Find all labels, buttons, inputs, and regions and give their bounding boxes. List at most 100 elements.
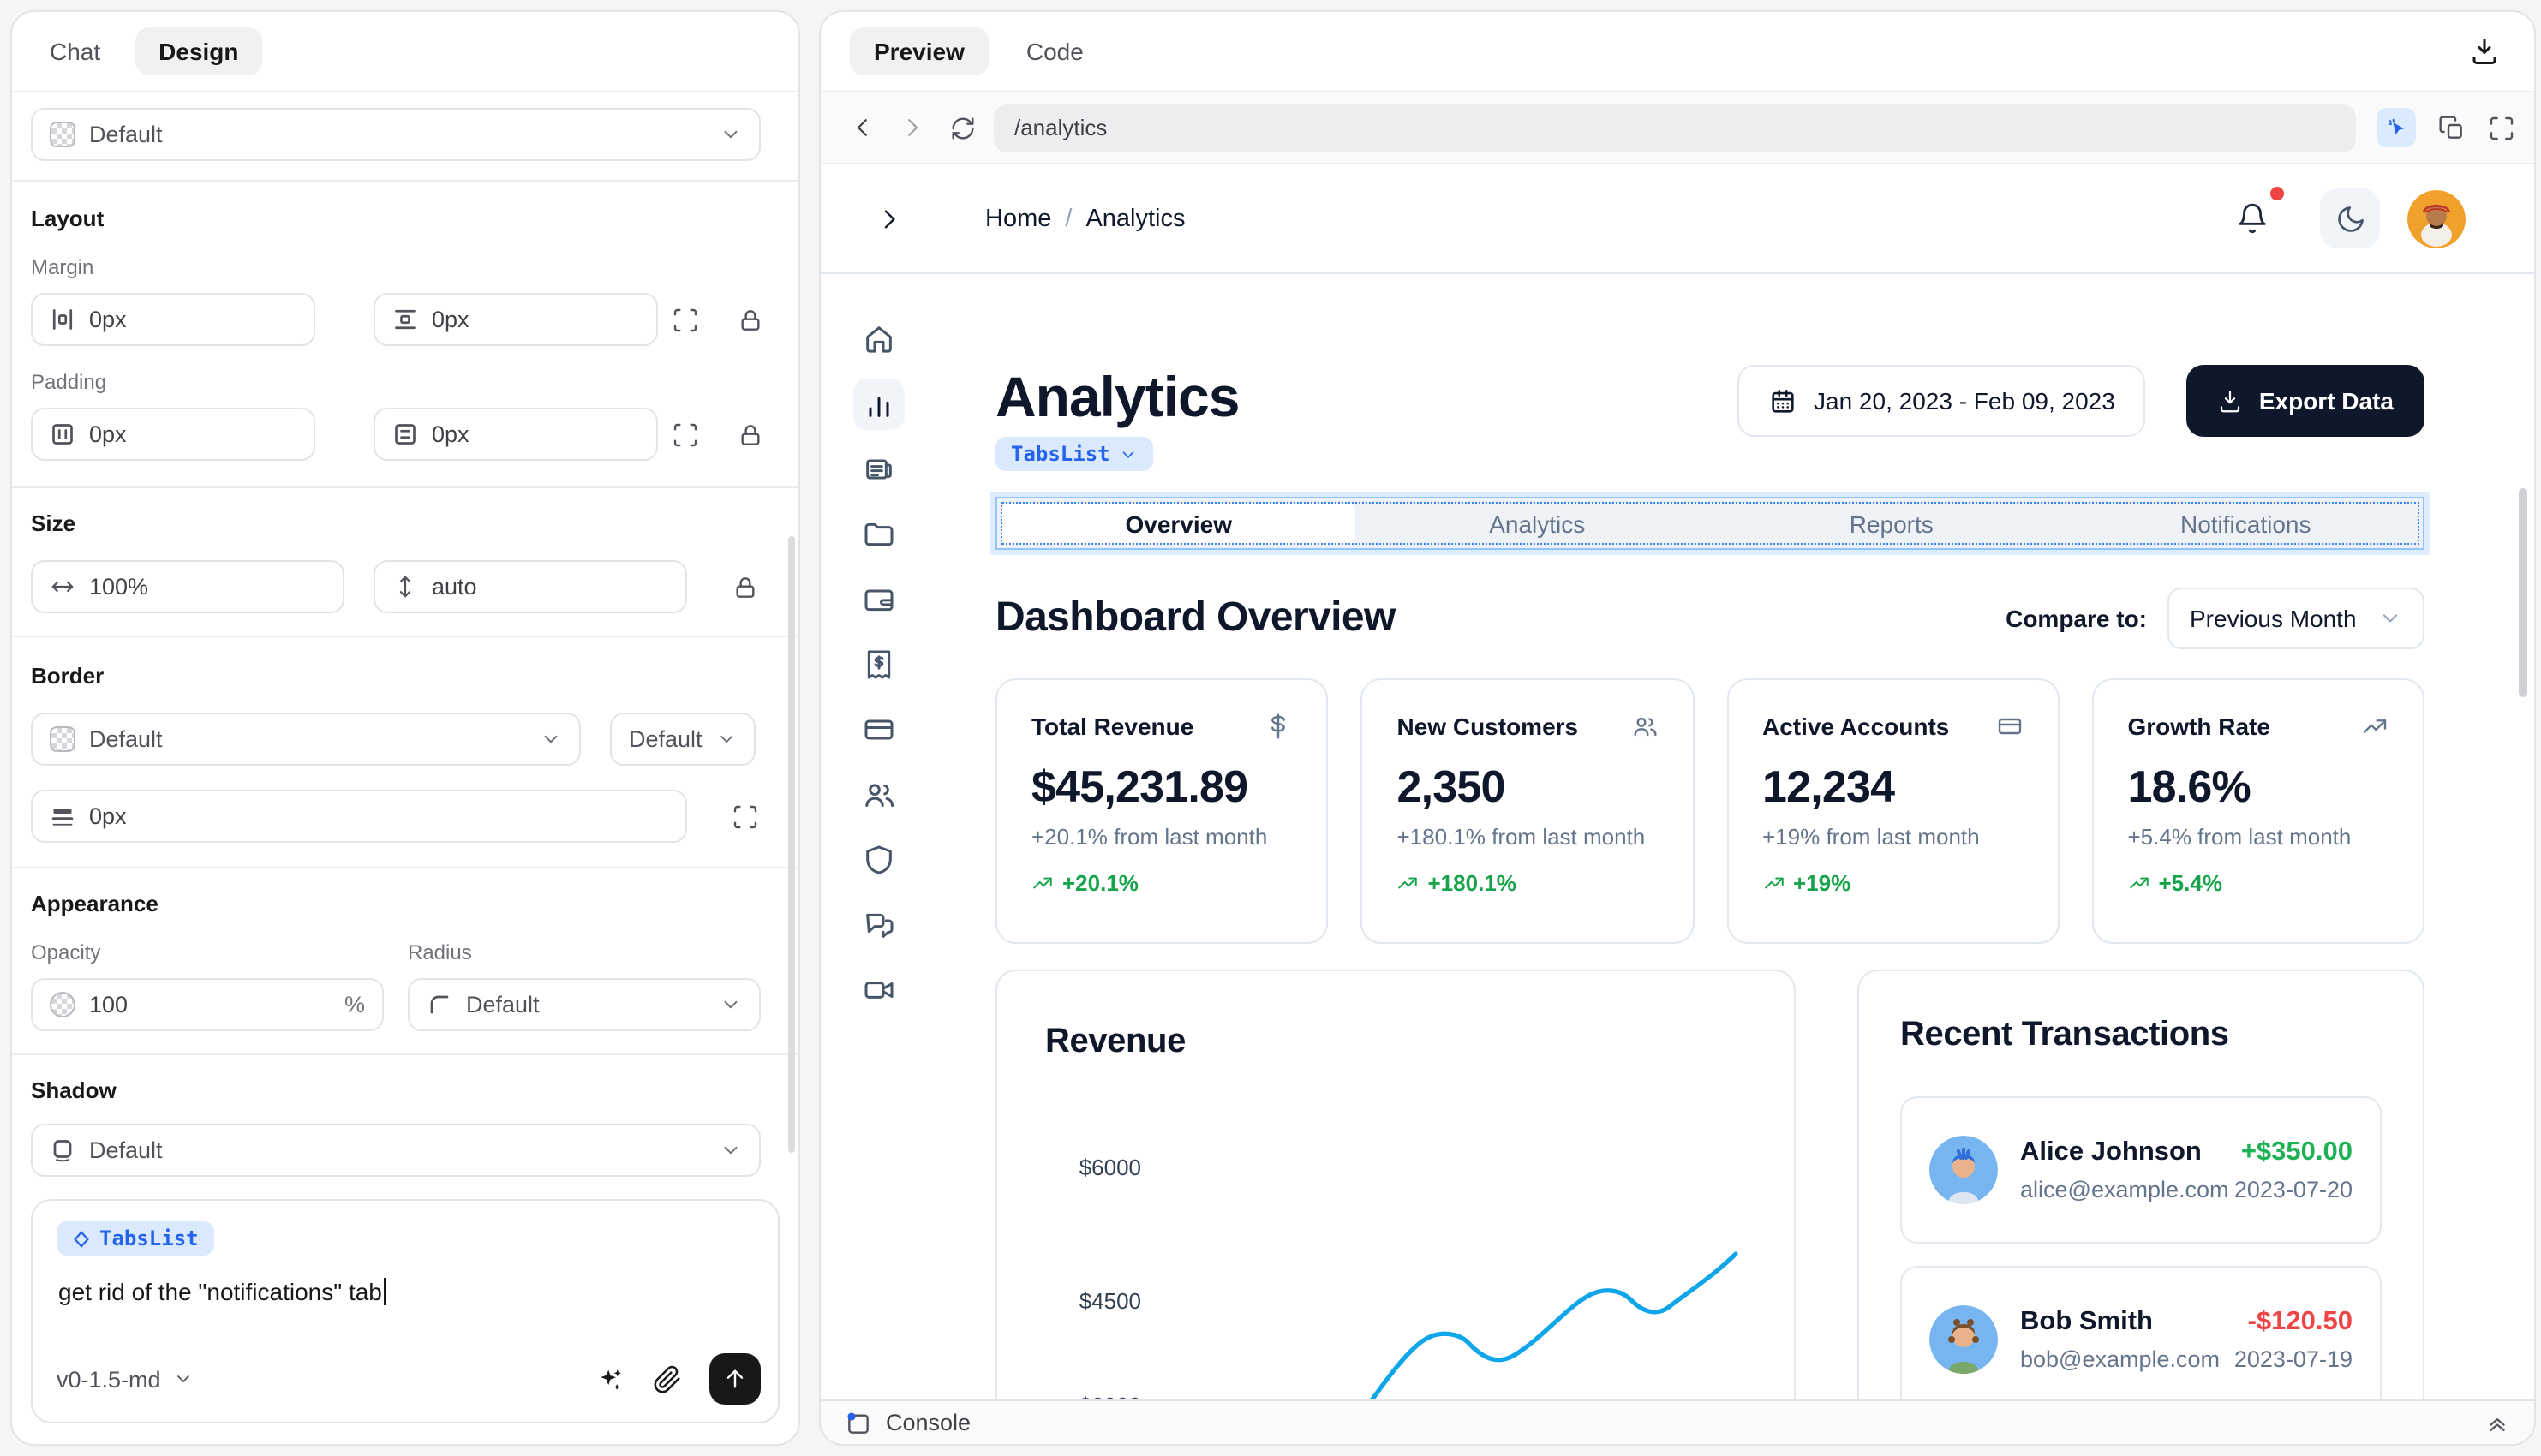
fullscreen-icon[interactable] bbox=[2488, 114, 2515, 141]
refresh-icon[interactable] bbox=[949, 114, 977, 141]
component-variant-select[interactable]: Default bbox=[31, 108, 761, 161]
wallet-icon bbox=[862, 582, 896, 617]
margin-vertical-icon bbox=[392, 307, 418, 332]
home-icon bbox=[862, 322, 896, 356]
transaction-row[interactable]: Alice Johnson alice@example.com +$350.00… bbox=[1900, 1096, 2382, 1244]
margin-x-input[interactable]: 0px bbox=[31, 293, 315, 346]
compare-select[interactable]: Previous Month bbox=[2167, 588, 2424, 649]
model-selector[interactable]: v0-1.5-md bbox=[57, 1366, 194, 1392]
expand-sides-icon[interactable] bbox=[672, 306, 699, 333]
transaction-row[interactable]: Bob Smith bob@example.com -$120.50 2023-… bbox=[1900, 1266, 2382, 1399]
preview-scrollbar[interactable] bbox=[2519, 488, 2527, 697]
sidebar-item-invoices[interactable] bbox=[853, 639, 905, 690]
size-section-title: Size bbox=[31, 510, 798, 536]
calendar-icon bbox=[1767, 386, 1797, 415]
sidebar-item-customers[interactable] bbox=[853, 769, 905, 820]
theme-toggle-button[interactable] bbox=[2320, 188, 2380, 248]
sidebar-item-messages[interactable] bbox=[853, 899, 905, 951]
padding-x-input[interactable]: 0px bbox=[31, 408, 315, 461]
console-bar[interactable]: Console bbox=[821, 1399, 2534, 1444]
chevron-down-icon bbox=[540, 728, 562, 750]
selected-element-chip[interactable]: TabsList bbox=[57, 1221, 214, 1256]
expand-sides-icon[interactable] bbox=[732, 803, 759, 830]
tab-analytics[interactable]: Analytics bbox=[1360, 498, 1715, 548]
console-icon bbox=[845, 1409, 872, 1436]
v0-workspace: Chat Design Default Layout Margin 0px bbox=[0, 0, 2541, 1456]
send-button[interactable] bbox=[709, 1353, 761, 1405]
shadow-icon bbox=[50, 1137, 75, 1163]
height-input[interactable]: auto bbox=[374, 560, 687, 613]
bell-icon bbox=[2236, 202, 2269, 235]
sidebar-item-home[interactable] bbox=[853, 313, 905, 365]
breadcrumb: Home / Analytics bbox=[985, 205, 1186, 232]
chevron-down-icon bbox=[720, 994, 742, 1016]
opacity-input[interactable]: 100 % bbox=[31, 978, 384, 1031]
revenue-line-chart bbox=[997, 971, 1797, 1399]
border-width-input[interactable]: 0px bbox=[31, 790, 687, 843]
back-icon[interactable] bbox=[850, 115, 876, 140]
users-icon bbox=[1630, 713, 1658, 740]
user-avatar[interactable] bbox=[2407, 189, 2466, 248]
lock-icon[interactable] bbox=[732, 573, 759, 600]
selected-element-chip[interactable]: TabsList bbox=[995, 437, 1153, 471]
tab-design[interactable]: Design bbox=[135, 27, 262, 75]
tab-notifications[interactable]: Notifications bbox=[2069, 498, 2424, 548]
chevrons-up-icon[interactable] bbox=[2484, 1410, 2510, 1435]
prompt-input[interactable]: get rid of the "notifications" tab bbox=[58, 1278, 386, 1305]
sidebar-item-cards[interactable] bbox=[853, 704, 905, 755]
sidebar-item-video[interactable] bbox=[853, 964, 905, 1016]
preview-panel: Preview Code /analytics Home / Analytics bbox=[819, 10, 2536, 1446]
credit-card-icon bbox=[862, 713, 896, 747]
text-caret bbox=[384, 1278, 386, 1305]
disclaimer-text: v0 may make mistakes. Please use with di… bbox=[12, 1442, 798, 1446]
opacity-swatch-icon bbox=[50, 992, 75, 1017]
credit-card-icon bbox=[1996, 713, 2024, 740]
radius-select[interactable]: Default bbox=[408, 978, 761, 1031]
users-icon bbox=[862, 778, 896, 812]
tab-overview[interactable]: Overview bbox=[1001, 503, 1356, 544]
forward-icon[interactable] bbox=[900, 115, 925, 140]
sidebar-item-news[interactable] bbox=[853, 444, 905, 495]
border-side-select[interactable]: Default bbox=[610, 713, 756, 766]
sidebar-item-files[interactable] bbox=[853, 509, 905, 560]
stat-card-new-customers: New Customers 2,350 +180.1% from last mo… bbox=[1361, 678, 1695, 944]
tab-preview[interactable]: Preview bbox=[850, 27, 989, 75]
left-panel-scrollbar[interactable] bbox=[788, 536, 795, 1153]
notifications-bell-button[interactable] bbox=[2236, 202, 2269, 235]
lock-icon[interactable] bbox=[737, 421, 764, 448]
avatar bbox=[1929, 1136, 1998, 1204]
prompt-composer[interactable]: TabsList get rid of the "notifications" … bbox=[31, 1199, 780, 1423]
tab-reports[interactable]: Reports bbox=[1714, 498, 2069, 548]
border-style-select[interactable]: Default bbox=[31, 713, 581, 766]
inspect-cursor-button[interactable] bbox=[2377, 108, 2416, 147]
export-data-button[interactable]: Export Data bbox=[2187, 365, 2424, 437]
date-range-button[interactable]: Jan 20, 2023 - Feb 09, 2023 bbox=[1737, 365, 2146, 437]
width-input[interactable]: 100% bbox=[31, 560, 344, 613]
paperclip-icon[interactable] bbox=[653, 1364, 682, 1393]
tab-code[interactable]: Code bbox=[1026, 38, 1084, 65]
download-icon[interactable] bbox=[2469, 36, 2500, 67]
lock-icon[interactable] bbox=[737, 306, 764, 333]
url-input[interactable]: /analytics bbox=[994, 104, 2356, 152]
console-label: Console bbox=[886, 1410, 971, 1435]
margin-y-input[interactable]: 0px bbox=[374, 293, 658, 346]
tab-chat[interactable]: Chat bbox=[50, 38, 100, 65]
trend-up-icon bbox=[1031, 872, 1054, 894]
layout-section-title: Layout bbox=[31, 206, 798, 231]
transaction-amount: -$120.50 bbox=[2234, 1307, 2353, 1338]
padding-y-input[interactable]: 0px bbox=[374, 408, 658, 461]
chevron-down-icon bbox=[2378, 606, 2402, 630]
stats-row: Total Revenue $45,231.89 +20.1% from las… bbox=[995, 678, 2424, 944]
sidebar-item-analytics[interactable] bbox=[853, 379, 905, 430]
breadcrumb-home[interactable]: Home bbox=[985, 205, 1051, 232]
shadow-select[interactable]: Default bbox=[31, 1124, 761, 1177]
expand-sides-icon[interactable] bbox=[672, 421, 699, 448]
newspaper-icon bbox=[862, 452, 896, 486]
sidebar-item-security[interactable] bbox=[853, 834, 905, 886]
breadcrumb-current: Analytics bbox=[1085, 205, 1185, 232]
sidebar-item-wallet[interactable] bbox=[853, 574, 905, 625]
sidebar-toggle-chevron-icon[interactable] bbox=[876, 205, 903, 232]
copy-icon[interactable] bbox=[2438, 114, 2466, 141]
transaction-date: 2023-07-19 bbox=[2234, 1346, 2353, 1372]
sparkles-icon[interactable] bbox=[596, 1364, 625, 1393]
